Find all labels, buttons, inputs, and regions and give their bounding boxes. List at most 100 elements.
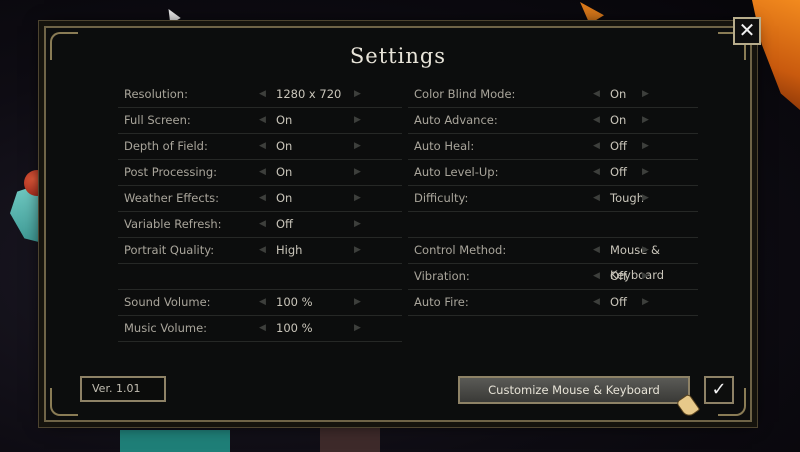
frame-corner-ornament: [50, 388, 78, 416]
setting-value: On: [276, 139, 293, 153]
confirm-button[interactable]: ✓: [704, 376, 734, 404]
setting-label: Color Blind Mode:: [414, 87, 516, 101]
background-cloth: [120, 430, 230, 452]
setting-value: Off: [610, 295, 627, 309]
increase-arrow-icon[interactable]: ▶: [354, 238, 361, 263]
setting-row[interactable]: Color Blind Mode: ◀ On ▶: [408, 82, 698, 108]
setting-label: Vibration:: [414, 269, 470, 283]
setting-value: On: [610, 87, 627, 101]
setting-value: 100 %: [276, 295, 313, 309]
decrease-arrow-icon[interactable]: ◀: [259, 108, 266, 133]
checkmark-icon: ✓: [711, 379, 727, 400]
setting-row[interactable]: Control Method: ◀ Mouse & Keyboard ▶: [408, 238, 698, 282]
decrease-arrow-icon[interactable]: ◀: [593, 134, 600, 159]
setting-label: Auto Advance:: [414, 113, 498, 127]
decrease-arrow-icon[interactable]: ◀: [593, 82, 600, 107]
setting-row[interactable]: Post Processing: ◀ On ▶: [118, 160, 402, 186]
increase-arrow-icon[interactable]: ▶: [354, 290, 361, 315]
increase-arrow-icon[interactable]: ▶: [354, 108, 361, 133]
setting-value: On: [276, 191, 293, 205]
decrease-arrow-icon[interactable]: ◀: [593, 186, 600, 211]
close-icon: ✕: [738, 18, 756, 42]
setting-label: Resolution:: [124, 87, 188, 101]
setting-label: Weather Effects:: [124, 191, 220, 205]
increase-arrow-icon[interactable]: ▶: [642, 134, 649, 159]
setting-label: Music Volume:: [124, 321, 208, 335]
setting-row: [408, 212, 698, 238]
decrease-arrow-icon[interactable]: ◀: [259, 290, 266, 315]
setting-value: On: [276, 165, 293, 179]
setting-row[interactable]: Difficulty: ◀ Tough ▶: [408, 186, 698, 212]
increase-arrow-icon[interactable]: ▶: [642, 186, 649, 211]
setting-value: On: [276, 113, 293, 127]
setting-row[interactable]: Auto Advance: ◀ On ▶: [408, 108, 698, 134]
customize-controls-button[interactable]: Customize Mouse & Keyboard: [458, 376, 690, 404]
decrease-arrow-icon[interactable]: ◀: [259, 316, 266, 341]
increase-arrow-icon[interactable]: ▶: [642, 238, 649, 263]
setting-row[interactable]: Full Screen: ◀ On ▶: [118, 108, 402, 134]
settings-dialog: Settings Resolution: ◀ 1280 x 720 ▶ Full Scr…: [44, 26, 752, 422]
settings-column-right: Color Blind Mode: ◀ On ▶ Auto Advance: ◀ On ▶ Au…: [408, 82, 698, 316]
setting-label: Portrait Quality:: [124, 243, 215, 257]
setting-row[interactable]: Weather Effects: ◀ On ▶: [118, 186, 402, 212]
setting-value: High: [276, 243, 303, 257]
version-label: Ver. 1.01: [80, 376, 166, 402]
setting-row[interactable]: Auto Heal: ◀ Off ▶: [408, 134, 698, 160]
setting-label: Sound Volume:: [124, 295, 211, 309]
increase-arrow-icon[interactable]: ▶: [642, 82, 649, 107]
increase-arrow-icon[interactable]: ▶: [354, 186, 361, 211]
setting-label: Auto Fire:: [414, 295, 469, 309]
decrease-arrow-icon[interactable]: ◀: [593, 290, 600, 315]
setting-label: Full Screen:: [124, 113, 191, 127]
decrease-arrow-icon[interactable]: ◀: [259, 82, 266, 107]
dialog-title: Settings: [349, 44, 447, 68]
decrease-arrow-icon[interactable]: ◀: [593, 160, 600, 185]
setting-label: Post Processing:: [124, 165, 217, 179]
settings-column-left: Resolution: ◀ 1280 x 720 ▶ Full Screen: ◀ On ▶ D…: [118, 82, 402, 342]
increase-arrow-icon[interactable]: ▶: [642, 264, 649, 289]
setting-row[interactable]: Auto Level-Up: ◀ Off ▶: [408, 160, 698, 186]
background-figure: [320, 428, 380, 452]
setting-value: Off: [610, 269, 627, 283]
setting-row[interactable]: Auto Fire: ◀ Off ▶: [408, 290, 698, 316]
setting-value: Tough: [610, 191, 644, 205]
setting-label: Auto Heal:: [414, 139, 475, 153]
close-button[interactable]: ✕: [733, 17, 761, 45]
setting-row[interactable]: Variable Refresh: ◀ Off ▶: [118, 212, 402, 238]
increase-arrow-icon[interactable]: ▶: [354, 82, 361, 107]
setting-row: [118, 264, 402, 290]
setting-row[interactable]: Depth of Field: ◀ On ▶: [118, 134, 402, 160]
decrease-arrow-icon[interactable]: ◀: [259, 186, 266, 211]
increase-arrow-icon[interactable]: ▶: [354, 212, 361, 237]
setting-value: Off: [610, 165, 627, 179]
decrease-arrow-icon[interactable]: ◀: [259, 212, 266, 237]
setting-label: Depth of Field:: [124, 139, 208, 153]
decrease-arrow-icon[interactable]: ◀: [259, 134, 266, 159]
increase-arrow-icon[interactable]: ▶: [354, 134, 361, 159]
setting-row[interactable]: Music Volume: ◀ 100 % ▶: [118, 316, 402, 342]
setting-label: Control Method:: [414, 243, 507, 257]
decrease-arrow-icon[interactable]: ◀: [259, 238, 266, 263]
setting-row[interactable]: Sound Volume: ◀ 100 % ▶: [118, 290, 402, 316]
background-wing-tip: [580, 2, 604, 24]
setting-value: 100 %: [276, 321, 313, 335]
setting-value: On: [610, 113, 627, 127]
setting-row[interactable]: Resolution: ◀ 1280 x 720 ▶: [118, 82, 402, 108]
setting-value: Off: [276, 217, 293, 231]
increase-arrow-icon[interactable]: ▶: [642, 160, 649, 185]
decrease-arrow-icon[interactable]: ◀: [259, 160, 266, 185]
setting-label: Difficulty:: [414, 191, 469, 205]
increase-arrow-icon[interactable]: ▶: [642, 108, 649, 133]
decrease-arrow-icon[interactable]: ◀: [593, 238, 600, 263]
decrease-arrow-icon[interactable]: ◀: [593, 264, 600, 289]
increase-arrow-icon[interactable]: ▶: [642, 290, 649, 315]
setting-label: Auto Level-Up:: [414, 165, 499, 179]
setting-value: Off: [610, 139, 627, 153]
decrease-arrow-icon[interactable]: ◀: [593, 108, 600, 133]
increase-arrow-icon[interactable]: ▶: [354, 160, 361, 185]
setting-row[interactable]: Portrait Quality: ◀ High ▶: [118, 238, 402, 264]
setting-value: 1280 x 720: [276, 87, 342, 101]
increase-arrow-icon[interactable]: ▶: [354, 316, 361, 341]
setting-row[interactable]: Vibration: ◀ Off ▶: [408, 264, 698, 290]
background-cursor-icon: [163, 5, 181, 25]
